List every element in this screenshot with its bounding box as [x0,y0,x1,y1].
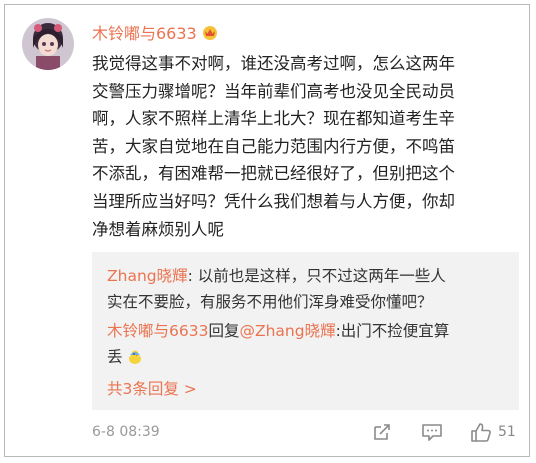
comment-line: 净想着麻烦别人呢 [92,219,224,239]
username[interactable]: 木铃嘟与6633 [92,20,197,44]
like-icon [471,423,491,442]
reply-2-continued: 丢 [107,344,512,370]
emoji-chick-icon [128,350,141,364]
reply-1: Zhang晓輝: 以前也是这样，只不过这两年一些人 [107,263,512,289]
reply-2-text-end: 丢 [107,348,123,366]
comment-line: 啊，人家不照样上清华上北大？现在都知道考生辛 [92,109,455,129]
username-row: 木铃嘟与6633 [92,20,219,44]
reply-2-mention[interactable]: @Zhang晓輝 [239,322,335,340]
comment-line: 交警压力骤增呢？当年前辈们高考也没见全民动员 [92,81,455,101]
comment-button[interactable] [421,421,443,443]
more-replies-link[interactable]: 共3条回复 > [107,377,197,399]
reply-box: Zhang晓輝: 以前也是这样，只不过这两年一些人 实在不要脸，有服务不用他们浑… [92,252,519,410]
comment-icon [422,424,442,441]
share-icon [374,424,390,440]
avatar[interactable] [22,18,74,70]
reply-1-continued: 实在不要脸，有服务不用他们浑身难受你懂吧？ [107,293,433,311]
comment-line: 我觉得这事不对啊，谁还没高考过啊，怎么这两年 [92,54,455,73]
reply-2-text: :出门不捡便宜算 [335,322,450,340]
reply-1-username[interactable]: Zhang晓輝 [107,267,188,285]
like-button[interactable]: 51 [470,421,516,443]
comment-line: 苦，大家自觉地在自己能力范围内行方便，不鸣笛 [92,136,455,156]
share-button[interactable] [372,421,392,443]
vip-crown-icon [202,26,217,40]
reply-1-text: : 以前也是这样，只不过这两年一些人 [187,267,446,285]
timestamp: 6-8 08:39 [92,424,160,440]
reply-2-username[interactable]: 木铃嘟与6633 [107,322,208,340]
like-count: 51 [498,424,516,440]
comment-text: 我觉得这事不对啊，谁还没高考过啊，怎么这两年 交警压力骤增呢？当年前辈们高考也没… [92,50,520,243]
avatar-image [22,18,74,70]
comment-line: 当理所应当好吗？凭什么我们想着与人方便，你却 [92,191,455,211]
reply-2: 木铃嘟与6633回复@Zhang晓輝:出门不捡便宜算 [107,318,512,344]
reply-2-label: 回复 [208,322,240,340]
comment-line: 不添乱，有困难帮一把就已经很好了，但别把这个 [92,164,455,184]
